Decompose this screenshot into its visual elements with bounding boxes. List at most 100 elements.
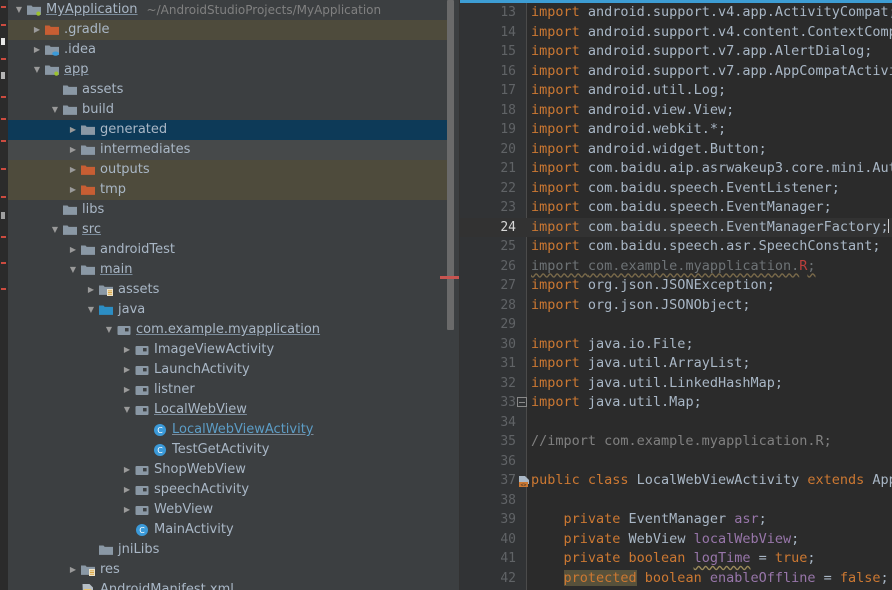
code-line-32[interactable]: 32 import java.util.LinkedHashMap; xyxy=(460,374,892,394)
panel-divider[interactable] xyxy=(459,0,460,590)
project-tree[interactable]: ▼ MyApplication ~/AndroidStudioProjects/My… xyxy=(8,0,452,590)
tree-item-com-example-myapplication[interactable]: ▼ com.example.myapplication xyxy=(8,320,452,340)
code-line-33[interactable]: 33 import java.util.Map; xyxy=(460,393,892,413)
code-line-14[interactable]: 14 import android.support.v4.content.Cont… xyxy=(460,23,892,43)
tree-item-jnilibs[interactable]: jniLibs xyxy=(8,540,452,560)
tree-item-mainactivity[interactable]: C MainActivity xyxy=(8,520,452,540)
tree-item-assets[interactable]: ▶ assets xyxy=(8,280,452,300)
chevron-right-icon[interactable]: ▶ xyxy=(120,460,134,480)
chevron-right-icon[interactable]: ▶ xyxy=(120,380,134,400)
chevron-down-icon[interactable]: ▼ xyxy=(12,0,26,20)
chevron-down-icon[interactable]: ▼ xyxy=(102,320,116,340)
code-line-25[interactable]: 25 import com.baidu.speech.asr.SpeechCons… xyxy=(460,237,892,257)
tree-item-build[interactable]: ▼ build xyxy=(8,100,452,120)
code-line-41[interactable]: 41 private boolean logTime = true; xyxy=(460,549,892,569)
tree-error-marker[interactable] xyxy=(440,276,460,279)
code-line-18[interactable]: 18 import android.view.View; xyxy=(460,101,892,121)
code-line-20[interactable]: 20 import android.widget.Button; xyxy=(460,140,892,160)
code-fold-collapse-icon[interactable] xyxy=(517,397,527,407)
svg-text:C: C xyxy=(157,446,163,455)
code-editor[interactable]: 13 import android.support.v4.app.Activity… xyxy=(460,0,892,590)
code-line-37[interactable]: 37 <> public class LocalWebViewActivity ex… xyxy=(460,471,892,491)
tree-item-idea[interactable]: ▶ .idea xyxy=(8,40,452,60)
chevron-right-icon[interactable]: ▶ xyxy=(120,340,134,360)
code-line-13[interactable]: 13 import android.support.v4.app.Activity… xyxy=(460,3,892,23)
tree-item-app[interactable]: ▼ app xyxy=(8,60,452,80)
code-line-24[interactable]: 24 import com.baidu.speech.EventManagerFa… xyxy=(460,217,892,237)
code-line-16[interactable]: 16 import android.support.v7.app.AppCompa… xyxy=(460,62,892,82)
chevron-right-icon[interactable]: ▶ xyxy=(66,160,80,180)
code-line-39[interactable]: 39 private EventManager asr; xyxy=(460,510,892,530)
tree-item-androidmanifest-xml[interactable]: AndroidManifest.xml xyxy=(8,580,452,590)
code-line-21[interactable]: 21 import com.baidu.aip.asrwakeup3.core.m… xyxy=(460,159,892,179)
tree-item-testgetactivity[interactable]: C TestGetActivity xyxy=(8,440,452,460)
code-line-30[interactable]: 30 import java.io.File; xyxy=(460,335,892,355)
code-line-19[interactable]: 19 import android.webkit.*; xyxy=(460,120,892,140)
tree-item-tmp[interactable]: ▶ tmp xyxy=(8,180,452,200)
code-lines[interactable]: 13 import android.support.v4.app.Activity… xyxy=(460,3,892,590)
left-error-stripe[interactable] xyxy=(0,0,8,590)
chevron-down-icon[interactable]: ▼ xyxy=(66,260,80,280)
tree-item-assets[interactable]: assets xyxy=(8,80,452,100)
code-line-31[interactable]: 31 import java.util.ArrayList; xyxy=(460,354,892,374)
code-line-28[interactable]: 28 import org.json.JSONObject; xyxy=(460,296,892,316)
chevron-right-icon[interactable]: ▶ xyxy=(66,180,80,200)
chevron-right-icon[interactable]: ▶ xyxy=(84,280,98,300)
tree-item-generated[interactable]: ▶ generated xyxy=(8,120,452,140)
tree-item-androidtest[interactable]: ▶ androidTest xyxy=(8,240,452,260)
chevron-right-icon[interactable]: ▶ xyxy=(66,140,80,160)
code-line-22[interactable]: 22 import com.baidu.speech.EventListener; xyxy=(460,179,892,199)
chevron-down-icon[interactable]: ▼ xyxy=(48,220,62,240)
project-tool-window[interactable]: ▼ MyApplication ~/AndroidStudioProjects/My… xyxy=(0,0,460,590)
tree-item-label: res xyxy=(100,562,120,577)
code-line-15[interactable]: 15 import android.support.v7.app.AlertDia… xyxy=(460,42,892,62)
code-line-17[interactable]: 17 import android.util.Log; xyxy=(460,81,892,101)
chevron-right-icon[interactable]: ▶ xyxy=(30,40,44,60)
android-class-marker-icon[interactable]: <> xyxy=(518,475,530,488)
code-line-23[interactable]: 23 import com.baidu.speech.EventManager; xyxy=(460,198,892,218)
tree-item-myapplication[interactable]: ▼ MyApplication ~/AndroidStudioProjects/My… xyxy=(8,0,452,20)
tree-scrollbar-thumb[interactable] xyxy=(447,0,454,330)
tree-item-launchactivity[interactable]: ▶ LaunchActivity xyxy=(8,360,452,380)
tree-item-shopwebview[interactable]: ▶ ShopWebView xyxy=(8,460,452,480)
tree-item-gradle[interactable]: ▶ .gradle xyxy=(8,20,452,40)
tree-item-label: outputs xyxy=(100,162,150,177)
chevron-right-icon[interactable]: ▶ xyxy=(66,120,80,140)
tree-item-label: app xyxy=(64,62,89,77)
tree-item-speechactivity[interactable]: ▶ speechActivity xyxy=(8,480,452,500)
folder-icon xyxy=(62,100,79,120)
tree-item-localwebview[interactable]: ▼ LocalWebView xyxy=(8,400,452,420)
code-line-26[interactable]: 26 import com.example.myapplication.R; xyxy=(460,257,892,277)
chevron-right-icon[interactable]: ▶ xyxy=(120,480,134,500)
tree-item-outputs[interactable]: ▶ outputs xyxy=(8,160,452,180)
tree-item-src[interactable]: ▼ src xyxy=(8,220,452,240)
code-line-36[interactable]: 36 xyxy=(460,452,892,472)
tree-item-libs[interactable]: libs xyxy=(8,200,452,220)
chevron-right-icon[interactable]: ▶ xyxy=(66,240,80,260)
chevron-down-icon[interactable]: ▼ xyxy=(30,60,44,80)
tree-item-localwebviewactivity[interactable]: C LocalWebViewActivity xyxy=(8,420,452,440)
chevron-down-icon[interactable]: ▼ xyxy=(48,100,62,120)
tree-item-intermediates[interactable]: ▶ intermediates xyxy=(8,140,452,160)
chevron-right-icon[interactable]: ▶ xyxy=(120,500,134,520)
code-line-35[interactable]: 35 //import com.example.myapplication.R; xyxy=(460,432,892,452)
tree-item-listner[interactable]: ▶ listner xyxy=(8,380,452,400)
tree-item-main[interactable]: ▼ main xyxy=(8,260,452,280)
chevron-right-icon[interactable]: ▶ xyxy=(66,560,80,580)
chevron-down-icon[interactable]: ▼ xyxy=(84,300,98,320)
code-line-38[interactable]: 38 xyxy=(460,491,892,511)
code-line-text: import android.support.v4.content.Contex… xyxy=(531,23,892,43)
tree-item-imageviewactivity[interactable]: ▶ ImageViewActivity xyxy=(8,340,452,360)
code-line-42[interactable]: 42 protected boolean enableOffline = fal… xyxy=(460,569,892,589)
chevron-down-icon[interactable]: ▼ xyxy=(120,400,134,420)
code-line-29[interactable]: 29 xyxy=(460,315,892,335)
code-line-40[interactable]: 40 private WebView localWebView; xyxy=(460,530,892,550)
tree-item-res[interactable]: ▶ res xyxy=(8,560,452,580)
code-line-34[interactable]: 34 xyxy=(460,413,892,433)
chevron-right-icon[interactable]: ▶ xyxy=(30,20,44,40)
tree-item-webview[interactable]: ▶ WebView xyxy=(8,500,452,520)
code-line-27[interactable]: 27 import org.json.JSONException; xyxy=(460,276,892,296)
tree-item-java[interactable]: ▼ java xyxy=(8,300,452,320)
chevron-right-icon[interactable]: ▶ xyxy=(120,360,134,380)
